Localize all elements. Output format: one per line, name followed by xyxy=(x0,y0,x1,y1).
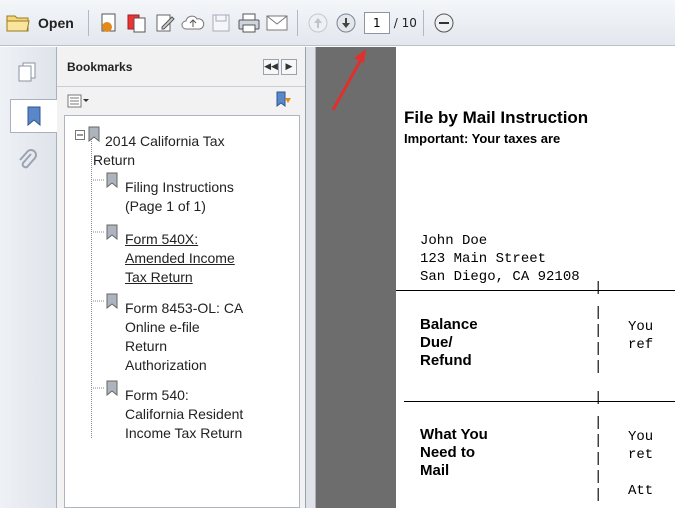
create-pdf-icon[interactable] xyxy=(95,9,123,37)
print-icon[interactable] xyxy=(235,9,263,37)
bookmark-label-line: (Page 1 of 1) xyxy=(125,198,206,214)
attachments-icon[interactable] xyxy=(10,143,44,177)
section-label: Need to xyxy=(420,444,476,461)
bookmark-label-line: Income Tax Return xyxy=(125,425,243,441)
page-number-input[interactable]: 1 xyxy=(363,11,390,34)
previous-page-icon[interactable] xyxy=(304,9,332,37)
column-separator: | xyxy=(594,469,603,485)
bookmark-label-line: Online e-file xyxy=(125,319,200,335)
main-toolbar: Open 1 / 10 xyxy=(0,0,675,46)
column-separator: | xyxy=(594,323,603,339)
column-separator: | xyxy=(594,415,603,431)
bookmark-label-line: 2014 California Tax xyxy=(105,133,225,149)
email-icon[interactable] xyxy=(263,9,291,37)
section-value: ref xyxy=(628,337,654,353)
bookmarks-panel: Bookmarks ◀◀ ▶ 2014 California Tax Retur… xyxy=(57,47,306,508)
bookmark-icon xyxy=(93,293,118,309)
section-label: Balance xyxy=(420,316,478,333)
bookmark-item-filing-instructions[interactable]: Filing Instructions (Page 1 of 1) xyxy=(93,172,234,216)
bookmark-label-line: Authorization xyxy=(125,357,207,373)
section-value: You xyxy=(628,319,654,335)
section-label: Mail xyxy=(420,462,450,479)
bookmark-label-line: Filing Instructions xyxy=(125,179,234,195)
next-page-icon[interactable] xyxy=(332,9,360,37)
toolbar-divider xyxy=(422,9,424,36)
combine-files-icon[interactable] xyxy=(123,9,151,37)
table-divider xyxy=(396,290,675,291)
column-separator: | xyxy=(594,433,603,449)
open-folder-icon[interactable] xyxy=(4,9,32,37)
bookmark-item-form-8453-ol[interactable]: Form 8453-OL: CA Online e-file Return Au… xyxy=(93,293,243,375)
document-heading: File by Mail Instruction xyxy=(404,108,589,127)
bookmark-label-line: Amended Income xyxy=(125,250,235,266)
column-separator: | xyxy=(594,280,603,296)
navigation-pane xyxy=(0,47,57,508)
bookmark-options-icon[interactable] xyxy=(67,94,89,108)
address-line: San Diego, CA 92108 xyxy=(420,269,580,285)
section-value: ret xyxy=(628,447,654,463)
open-button[interactable]: Open xyxy=(38,15,74,31)
bookmark-icon xyxy=(93,224,118,240)
address-line: 123 Main Street xyxy=(420,251,547,267)
section-label: Due/ xyxy=(420,334,453,351)
bookmark-label-line: Form 540: xyxy=(125,387,189,403)
bookmark-item-root[interactable]: 2014 California Tax Return xyxy=(75,126,225,170)
toolbar-divider xyxy=(87,9,89,36)
bookmarks-title: Bookmarks xyxy=(67,59,133,74)
collapse-toggle-icon[interactable] xyxy=(75,130,85,140)
new-bookmark-icon[interactable] xyxy=(275,90,293,113)
bookmark-item-form-540x[interactable]: Form 540X: Amended Income Tax Return xyxy=(93,224,235,287)
bookmark-label-line: Form 540X: xyxy=(125,231,199,247)
toolbar-divider xyxy=(296,9,298,36)
address-line: John Doe xyxy=(420,233,488,249)
section-label: What You xyxy=(420,426,488,443)
bookmarks-header: Bookmarks ◀◀ ▶ xyxy=(57,47,305,87)
tree-connector-line xyxy=(91,138,92,438)
section-value: You xyxy=(628,429,654,445)
annotation-arrow-icon xyxy=(331,49,366,111)
bookmark-icon xyxy=(93,172,118,188)
column-separator: | xyxy=(594,341,603,357)
column-separator: | xyxy=(594,487,603,503)
bookmark-icon xyxy=(88,126,100,142)
bookmark-label-line: Return xyxy=(125,338,168,354)
bookmark-item-form-540[interactable]: Form 540: California Resident Income Tax… xyxy=(93,380,243,443)
document-page: File by Mail Instruction Important: Your… xyxy=(396,47,675,508)
column-separator: | xyxy=(594,359,603,375)
save-icon[interactable] xyxy=(207,9,235,37)
collapse-panel-button[interactable]: ◀◀ xyxy=(263,58,279,75)
document-subheading: Important: Your taxes are xyxy=(404,131,561,146)
table-divider xyxy=(404,401,675,402)
zoom-out-icon[interactable] xyxy=(430,9,458,37)
page-total: / 10 xyxy=(393,15,417,30)
bookmark-icon xyxy=(93,380,118,396)
page-thumbnails-icon[interactable] xyxy=(10,55,44,89)
document-viewport: File by Mail Instruction Important: Your… xyxy=(316,47,675,508)
bookmark-label-line: California Resident xyxy=(125,406,244,422)
column-separator: | xyxy=(594,390,603,406)
column-separator: | xyxy=(594,451,603,467)
bookmarks-tools xyxy=(57,87,305,115)
bookmark-label-line: Tax Return xyxy=(125,269,193,285)
section-label: Refund xyxy=(420,352,472,369)
bookmarks-icon[interactable] xyxy=(10,99,57,133)
bookmark-label-line: Form 8453-OL: CA xyxy=(125,300,244,316)
bookmarks-tree: 2014 California Tax Return Filing Instru… xyxy=(64,115,300,508)
column-separator: | xyxy=(594,305,603,321)
section-value: Att xyxy=(628,483,654,499)
cloud-upload-icon[interactable] xyxy=(179,9,207,37)
bookmark-label-line: Return xyxy=(93,152,136,168)
panel-options-button[interactable]: ▶ xyxy=(281,58,297,75)
edit-icon[interactable] xyxy=(151,9,179,37)
panel-splitter[interactable] xyxy=(306,47,316,508)
